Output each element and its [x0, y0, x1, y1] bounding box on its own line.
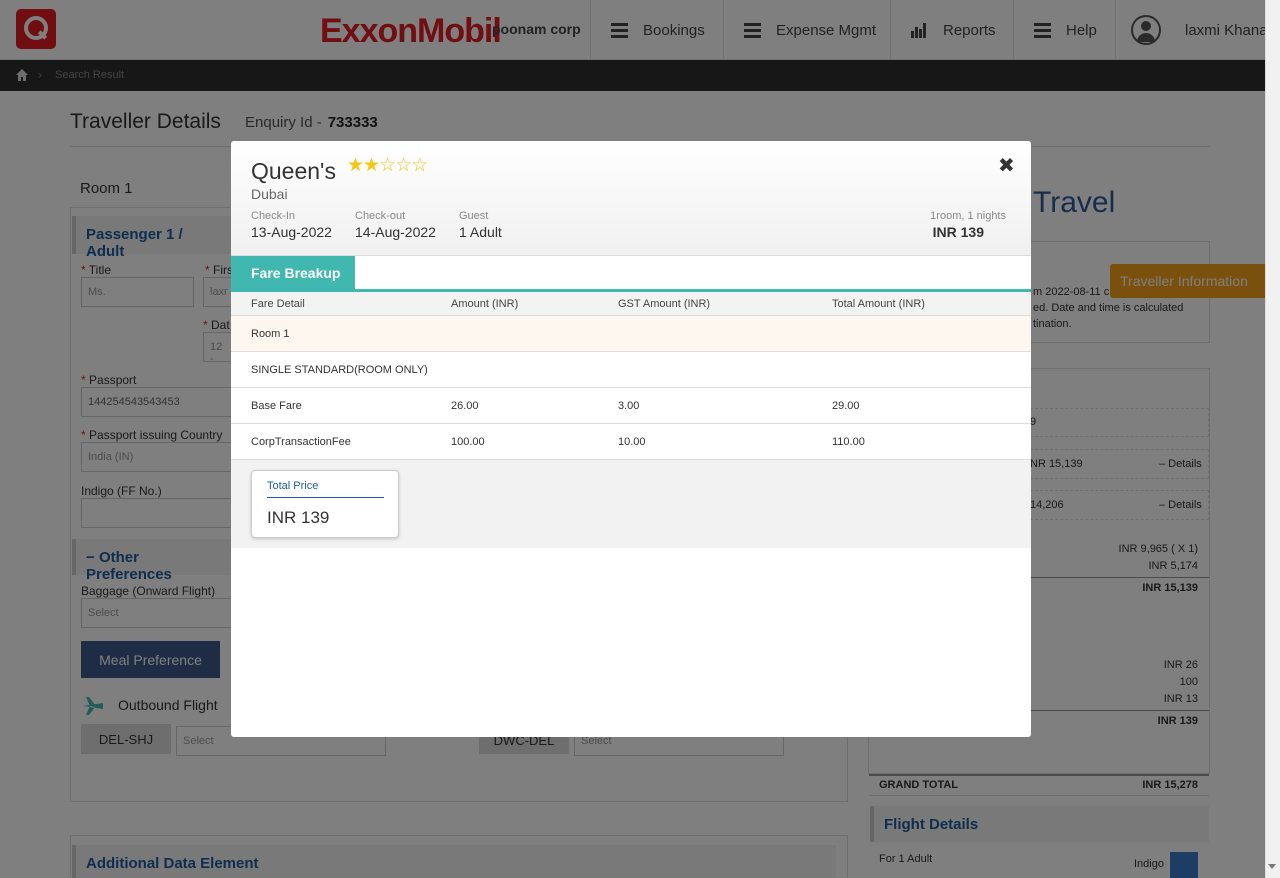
- column-header: GST Amount (INR): [618, 298, 711, 310]
- fare-table-header: Fare Detail Amount (INR) GST Amount (INR…: [231, 292, 1031, 316]
- hotel-name: Queen's: [251, 158, 336, 184]
- star-rating: ★★☆☆☆: [347, 154, 428, 177]
- fare-breakup-modal: Queen's ★★☆☆☆ Dubai ✖ Check-In 13-Aug-20…: [231, 141, 1031, 737]
- star-filled-icon: ★: [347, 155, 364, 176]
- fare-detail: Base Fare: [251, 400, 302, 412]
- total-price-value: INR 139: [267, 508, 330, 527]
- total-price-card: Total Price INR 139: [251, 470, 399, 538]
- header-price: INR 139: [932, 224, 984, 240]
- table-row: CorpTransactionFee 100.00 10.00 110.00: [231, 424, 1031, 460]
- fare-total: 110.00: [832, 436, 865, 448]
- fare-amount: 26.00: [451, 400, 479, 412]
- fare-gst: 3.00: [618, 400, 640, 412]
- star-empty-icon: ☆: [379, 155, 396, 176]
- room-nights: 1room, 1 nights: [930, 210, 1006, 222]
- column-header: Amount (INR): [451, 298, 519, 310]
- star-filled-icon: ★: [363, 155, 380, 176]
- star-empty-icon: ☆: [411, 155, 428, 176]
- modal-header: Queen's ★★☆☆☆ Dubai ✖ Check-In 13-Aug-20…: [231, 141, 1031, 256]
- column-header: Total Amount (INR): [832, 298, 925, 310]
- checkin-label: Check-In: [251, 210, 296, 222]
- star-empty-icon: ☆: [395, 155, 412, 176]
- checkout-value: 14-Aug-2022: [355, 224, 436, 240]
- guest-label: Guest: [459, 210, 489, 222]
- table-row: SINGLE STANDARD(ROOM ONLY): [231, 352, 1031, 388]
- fare-gst: 10.00: [618, 436, 646, 448]
- fare-detail: CorpTransactionFee: [251, 436, 351, 448]
- hotel-city: Dubai: [251, 186, 288, 202]
- guest-value: 1 Adult: [459, 224, 502, 240]
- fare-total: 29.00: [832, 400, 860, 412]
- page-scrollbar[interactable]: [1265, 0, 1280, 878]
- table-row: Room 1: [231, 316, 1031, 352]
- column-header: Fare Detail: [251, 298, 305, 310]
- tab-fare-breakup[interactable]: Fare Breakup: [231, 256, 355, 290]
- divider: [267, 497, 384, 498]
- modal-tabs: Fare Breakup: [231, 256, 1031, 292]
- room-row-label: Room 1: [251, 328, 290, 340]
- fare-amount: 100.00: [451, 436, 485, 448]
- total-price-area: Total Price INR 139: [231, 460, 1031, 548]
- room-type: SINGLE STANDARD(ROOM ONLY): [251, 364, 428, 376]
- table-row: Base Fare 26.00 3.00 29.00: [231, 388, 1031, 424]
- checkin-value: 13-Aug-2022: [251, 224, 332, 240]
- total-price-label: Total Price: [267, 480, 319, 492]
- close-icon[interactable]: ✖: [998, 153, 1015, 178]
- scroll-down-icon[interactable]: [1268, 864, 1276, 869]
- checkout-label: Check-out: [355, 210, 406, 222]
